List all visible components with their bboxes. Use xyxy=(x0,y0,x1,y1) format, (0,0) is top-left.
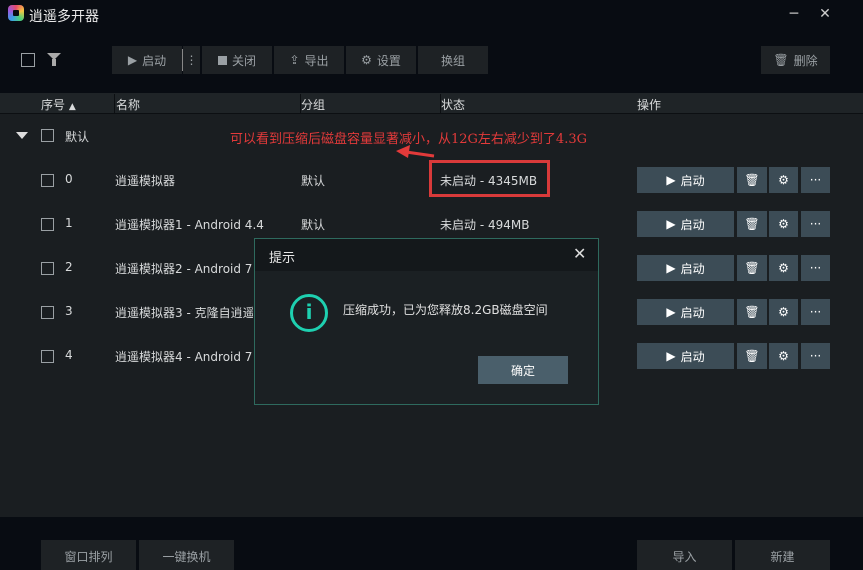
annotation-arrow-icon xyxy=(396,145,435,158)
row-delete-button[interactable]: 🗑 xyxy=(737,167,767,193)
trash-icon: 🗑 xyxy=(744,305,760,319)
row-start-button[interactable]: ▶ 启动 xyxy=(637,299,734,325)
row-delete-button[interactable]: 🗑 xyxy=(737,211,767,237)
row-checkbox[interactable] xyxy=(41,262,54,275)
sort-asc-icon: ▲ xyxy=(68,102,76,112)
header-actions: 操作 xyxy=(637,98,662,112)
row-more-button[interactable]: ··· xyxy=(801,299,830,325)
highlight-box xyxy=(429,160,550,197)
app-logo-icon xyxy=(8,5,24,21)
row-index: 2 xyxy=(65,260,73,274)
row-index: 4 xyxy=(65,348,73,362)
row-delete-button[interactable]: 🗑 xyxy=(737,255,767,281)
row-settings-button[interactable]: ⚙ xyxy=(769,167,798,193)
row-checkbox[interactable] xyxy=(41,306,54,319)
prompt-dialog: 提示 ✕ i 压缩成功，已为您释放8.2GB磁盘空间 确定 xyxy=(254,238,599,405)
play-icon: ▶ xyxy=(666,173,676,187)
gear-icon: ⚙ xyxy=(778,261,789,275)
stop-button[interactable]: 关闭 xyxy=(202,46,272,74)
arrange-windows-button[interactable]: 窗口排列 xyxy=(41,540,136,570)
confirm-button[interactable]: 确定 xyxy=(478,356,568,384)
play-icon: ▶ xyxy=(127,53,138,67)
trash-icon: 🗑 xyxy=(744,261,760,275)
minimize-button[interactable]: ─ xyxy=(784,4,804,24)
row-index: 3 xyxy=(65,304,73,318)
row-group: 默认 xyxy=(301,218,326,232)
regroup-button[interactable]: 换组 xyxy=(418,46,488,74)
select-all-checkbox[interactable] xyxy=(21,53,35,67)
close-window-button[interactable]: ✕ xyxy=(815,4,835,24)
play-icon: ▶ xyxy=(666,261,676,275)
play-icon: ▶ xyxy=(666,217,676,231)
dialog-header xyxy=(255,239,598,271)
filter-icon-stem xyxy=(52,59,56,66)
upload-icon: ⇪ xyxy=(289,53,300,67)
row-more-button[interactable]: ··· xyxy=(801,211,830,237)
row-start-button[interactable]: ▶ 启动 xyxy=(637,343,734,369)
play-icon: ▶ xyxy=(666,305,676,319)
dialog-close-button[interactable]: ✕ xyxy=(573,244,586,263)
row-delete-button[interactable]: 🗑 xyxy=(737,299,767,325)
row-group: 默认 xyxy=(301,174,326,188)
row-checkbox[interactable] xyxy=(41,350,54,363)
gear-icon: ⚙ xyxy=(778,349,789,363)
gear-icon: ⚙ xyxy=(778,173,789,187)
row-name: 逍遥模拟器4 - Android 7. xyxy=(115,350,253,364)
info-icon: i xyxy=(290,294,328,332)
row-delete-button[interactable]: 🗑 xyxy=(737,343,767,369)
row-settings-button[interactable]: ⚙ xyxy=(769,255,798,281)
row-name: 逍遥模拟器2 - Android 7 xyxy=(115,262,253,276)
new-button[interactable]: 新建 xyxy=(735,540,830,570)
row-name: 逍遥模拟器1 - Android 4.4 xyxy=(115,218,264,232)
gear-icon: ⚙ xyxy=(778,305,789,319)
settings-button[interactable]: ⚙ 设置 xyxy=(346,46,416,74)
trash-icon: 🗑 xyxy=(773,53,789,67)
import-button[interactable]: 导入 xyxy=(637,540,732,570)
group-label: 默认 xyxy=(65,130,90,144)
app-title: 逍遥多开器 xyxy=(29,9,99,25)
row-name: 逍遥模拟器3 - 克隆自逍遥 xyxy=(115,306,253,320)
row-settings-button[interactable]: ⚙ xyxy=(769,211,798,237)
trash-icon: 🗑 xyxy=(744,217,760,231)
row-more-button[interactable]: ··· xyxy=(801,343,830,369)
play-icon: ▶ xyxy=(666,349,676,363)
start-more-button[interactable]: ⋮ xyxy=(183,46,200,74)
header-group: 分组 xyxy=(301,98,326,112)
row-name: 逍遥模拟器 xyxy=(115,174,176,188)
row-settings-button[interactable]: ⚙ xyxy=(769,299,798,325)
gear-icon: ⚙ xyxy=(361,53,372,67)
row-index: 1 xyxy=(65,216,73,230)
row-start-button[interactable]: ▶ 启动 xyxy=(637,255,734,281)
header-index[interactable]: 序号 ▲ xyxy=(41,96,76,113)
row-checkbox[interactable] xyxy=(41,174,54,187)
gear-icon: ⚙ xyxy=(778,217,789,231)
trash-icon: 🗑 xyxy=(744,349,760,363)
one-click-switch-button[interactable]: 一键换机 xyxy=(139,540,234,570)
title-bar xyxy=(0,0,863,28)
export-button[interactable]: ⇪ 导出 xyxy=(274,46,344,74)
start-button[interactable]: ▶ 启动 xyxy=(112,46,182,74)
row-more-button[interactable]: ··· xyxy=(801,167,830,193)
row-settings-button[interactable]: ⚙ xyxy=(769,343,798,369)
delete-button[interactable]: 🗑 删除 xyxy=(761,46,830,74)
collapse-group-icon[interactable] xyxy=(16,132,28,139)
header-name: 名称 xyxy=(116,98,141,112)
header-status: 状态 xyxy=(441,98,466,112)
stop-icon xyxy=(217,55,227,65)
row-status: 未启动 - 494MB xyxy=(440,218,530,232)
row-start-button[interactable]: ▶ 启动 xyxy=(637,167,734,193)
group-checkbox[interactable] xyxy=(41,129,54,142)
dialog-message: 压缩成功，已为您释放8.2GB磁盘空间 xyxy=(343,303,548,317)
row-index: 0 xyxy=(65,172,73,186)
divider xyxy=(114,94,115,114)
row-start-button[interactable]: ▶ 启动 xyxy=(637,211,734,237)
row-checkbox[interactable] xyxy=(41,218,54,231)
dialog-title: 提示 xyxy=(269,251,296,266)
trash-icon: 🗑 xyxy=(744,173,760,187)
row-more-button[interactable]: ··· xyxy=(801,255,830,281)
